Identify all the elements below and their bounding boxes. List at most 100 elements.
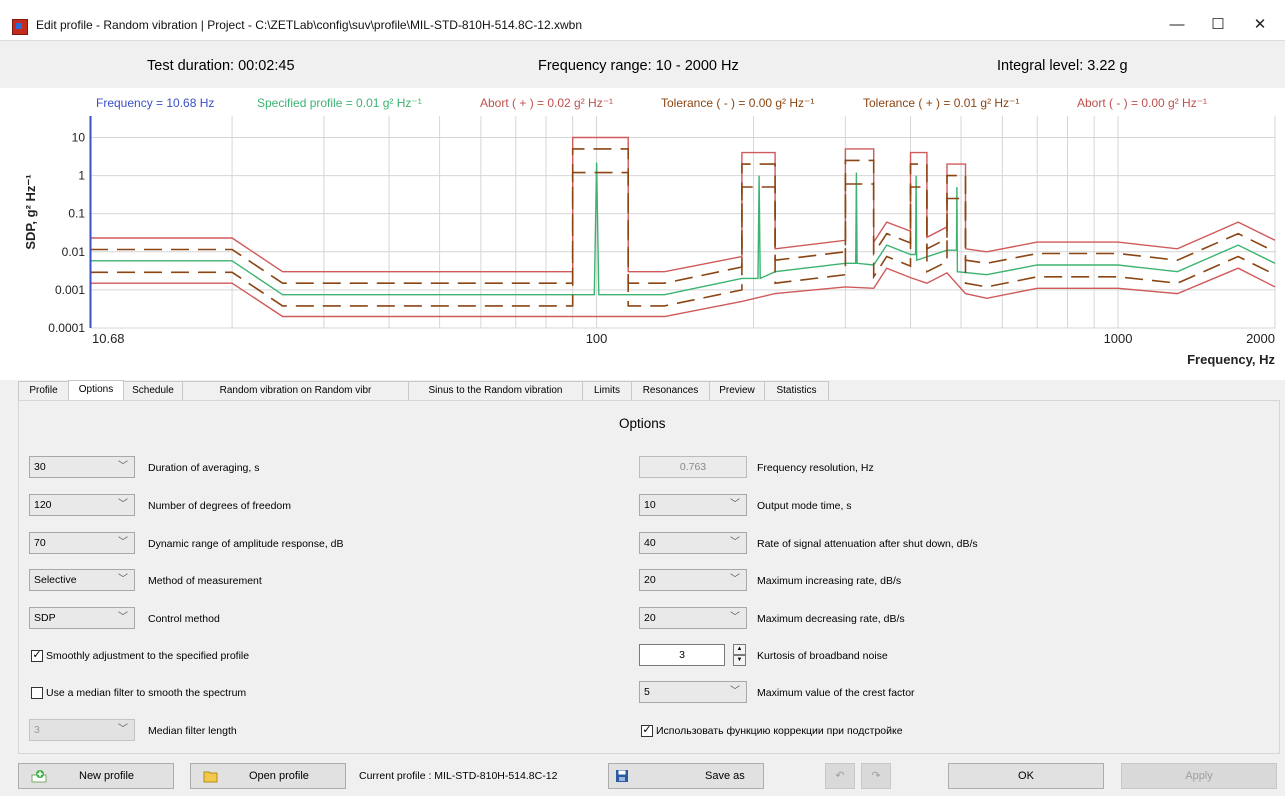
chevron-down-icon: ﹀	[730, 686, 740, 697]
legend-entry: Frequency = 10.68 Hz	[96, 96, 214, 110]
folder-icon	[203, 771, 218, 783]
y-axis-label: SDP, g² Hz⁻¹	[23, 174, 38, 249]
freq-resolution-field: 0.763	[639, 456, 747, 478]
new-file-icon	[31, 770, 47, 783]
method-value: Selective	[34, 574, 77, 586]
title-bar: Edit profile - Random vibration | Projec…	[0, 0, 1285, 41]
sdp-chart-svg: 0.0001 0.001 0.01 0.1 1 10 10.68 100 1000 2000 Fre…	[23, 96, 1276, 367]
median-filter-checkbox[interactable]	[31, 687, 43, 699]
averaging-select[interactable]: 30 ﹀	[29, 456, 135, 478]
close-button[interactable]: ✕	[1240, 12, 1280, 38]
x-tick-label: 100	[586, 331, 608, 346]
current-profile: Current profile : MIL-STD-810H-514.8C-12	[359, 770, 558, 782]
attenuation-value: 40	[644, 537, 656, 549]
apply-button[interactable]: Apply	[1121, 763, 1277, 789]
max-increase-value: 20	[644, 574, 656, 586]
tab-options[interactable]: Options	[68, 380, 124, 401]
integral-level: Integral level: 3.22 g	[997, 58, 1128, 74]
max-decrease-label: Maximum decreasing rate, dB/s	[757, 613, 905, 625]
y-tick-label: 1	[78, 169, 85, 183]
control-label: Control method	[148, 613, 220, 625]
frequency-range: Frequency range: 10 - 2000 Hz	[538, 58, 739, 74]
output-mode-label: Output mode time, s	[757, 500, 852, 512]
tab-resonances[interactable]: Resonances	[631, 381, 710, 400]
dof-label: Number of degrees of freedom	[148, 500, 291, 512]
new-profile-button[interactable]: New profile	[18, 763, 174, 789]
open-profile-button[interactable]: Open profile	[190, 763, 346, 789]
tab-sinus-random[interactable]: Sinus to the Random vibration	[408, 381, 583, 400]
correction-checkbox[interactable]: ✓	[641, 725, 653, 737]
tab-preview[interactable]: Preview	[709, 381, 765, 400]
window-title: Edit profile - Random vibration | Projec…	[36, 18, 583, 32]
legend-entry: Abort ( - ) = 0.00 g² Hz⁻¹	[1077, 96, 1207, 110]
averaging-label: Duration of averaging, s	[148, 462, 260, 474]
tab-profile[interactable]: Profile	[18, 381, 69, 400]
smooth-adjust-checkbox[interactable]: ✓	[31, 650, 43, 662]
y-tick-label: 0.01	[62, 245, 86, 259]
kurtosis-label: Kurtosis of broadband noise	[757, 650, 888, 662]
chevron-down-icon: ﹀	[118, 537, 128, 548]
spin-up-icon[interactable]: ▲	[733, 644, 746, 655]
chevron-down-icon: ﹀	[730, 537, 740, 548]
attenuation-label: Rate of signal attenuation after shut do…	[757, 538, 978, 550]
redo-icon: ↷	[871, 770, 881, 782]
crest-factor-select[interactable]: 5 ﹀	[639, 681, 747, 703]
max-decrease-select[interactable]: 20 ﹀	[639, 607, 747, 629]
y-tick-label: 10	[72, 130, 86, 144]
y-tick-label: 0.0001	[48, 321, 85, 335]
series-line	[90, 148, 1276, 284]
dof-select[interactable]: 120 ﹀	[29, 494, 135, 516]
output-mode-select[interactable]: 10 ﹀	[639, 494, 747, 516]
chevron-down-icon: ﹀	[730, 612, 740, 623]
legend-entry: Abort ( + ) = 0.02 g² Hz⁻¹	[480, 96, 613, 110]
options-panel: Options 30 ﹀ Duration of averaging, s 120…	[18, 400, 1280, 754]
save-as-button[interactable]: Save as	[608, 763, 764, 789]
open-profile-label: Open profile	[249, 770, 309, 782]
y-tick-label: 0.001	[55, 283, 85, 297]
spin-down-icon[interactable]: ▼	[733, 655, 746, 666]
series-line	[90, 162, 1276, 296]
chevron-down-icon: ﹀	[118, 574, 128, 585]
tab-statistics[interactable]: Statistics	[764, 381, 829, 400]
new-profile-label: New profile	[79, 770, 135, 782]
tab-schedule[interactable]: Schedule	[123, 381, 183, 400]
median-length-select[interactable]: 3 ﹀	[29, 719, 135, 741]
bottom-bar: New profile Open profile Current profile…	[0, 760, 1285, 796]
dynamic-range-label: Dynamic range of amplitude response, dB	[148, 538, 344, 550]
info-bar: Test duration: 00:02:45 Frequency range:…	[0, 41, 1285, 86]
chevron-down-icon: ﹀	[118, 499, 128, 510]
dynamic-range-select[interactable]: 70 ﹀	[29, 532, 135, 554]
legend-entry: Tolerance ( + ) = 0.01 g² Hz⁻¹	[863, 96, 1019, 110]
chevron-down-icon: ﹀	[118, 724, 128, 735]
method-select[interactable]: Selective ﹀	[29, 569, 135, 591]
minimize-button[interactable]: —	[1157, 12, 1197, 38]
save-as-label: Save as	[705, 770, 745, 782]
redo-button[interactable]: ↷	[861, 763, 891, 789]
legend-entry: Tolerance ( - ) = 0.00 g² Hz⁻¹	[661, 96, 814, 110]
tab-random-on-random[interactable]: Random vibration on Random vibr	[182, 381, 409, 400]
x-tick-label: 1000	[1104, 331, 1133, 346]
median-length-value: 3	[34, 724, 40, 736]
undo-icon: ↶	[835, 770, 845, 782]
max-increase-select[interactable]: 20 ﹀	[639, 569, 747, 591]
legend-entry: Specified profile = 0.01 g² Hz⁻¹	[257, 96, 422, 110]
series-line	[90, 171, 1276, 307]
chevron-down-icon: ﹀	[118, 461, 128, 472]
tab-limits[interactable]: Limits	[582, 381, 632, 400]
correction-label: Использовать функцию коррекции при подст…	[656, 725, 903, 737]
output-mode-value: 10	[644, 499, 656, 511]
sdp-chart[interactable]: 0.0001 0.001 0.01 0.1 1 10 10.68 100 1000 2000 Fre…	[0, 88, 1285, 380]
kurtosis-input[interactable]: 3	[639, 644, 725, 666]
maximize-button[interactable]: ☐	[1198, 12, 1238, 38]
chevron-down-icon: ﹀	[118, 612, 128, 623]
control-value: SDP	[34, 612, 56, 624]
dof-value: 120	[34, 499, 52, 511]
median-length-label: Median filter length	[148, 725, 237, 737]
control-select[interactable]: SDP ﹀	[29, 607, 135, 629]
max-increase-label: Maximum increasing rate, dB/s	[757, 575, 902, 587]
undo-button[interactable]: ↶	[825, 763, 855, 789]
chevron-down-icon: ﹀	[730, 574, 740, 585]
ok-button[interactable]: OK	[948, 763, 1104, 789]
smooth-adjust-label: Smoothly adjustment to the specified pro…	[46, 650, 250, 662]
attenuation-select[interactable]: 40 ﹀	[639, 532, 747, 554]
